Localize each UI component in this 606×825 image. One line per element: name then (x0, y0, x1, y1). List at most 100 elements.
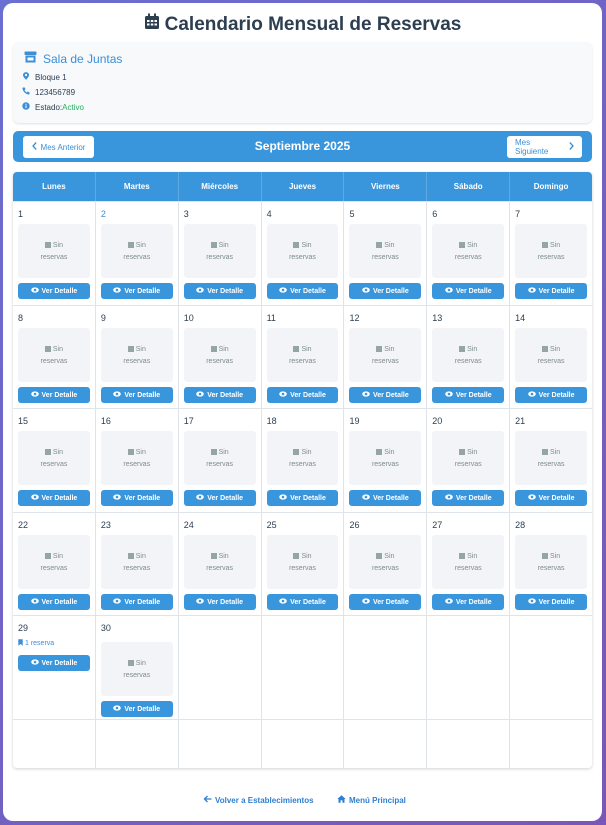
calendar-day: 23 Sin reservas Ver Detalle (96, 513, 179, 615)
view-detail-button[interactable]: Ver Detalle (266, 594, 339, 610)
view-detail-button[interactable]: Ver Detalle (432, 490, 505, 506)
view-detail-button[interactable]: Ver Detalle (432, 387, 505, 403)
view-detail-button[interactable]: Ver Detalle (515, 594, 588, 610)
day-number: 5 (349, 209, 355, 219)
empty-day-cell (427, 616, 511, 719)
no-reservations-box: Sin reservas (266, 224, 339, 278)
eye-icon (527, 494, 536, 502)
no-reservations-label: reservas (123, 461, 151, 468)
no-reservations-label: reservas (123, 254, 151, 261)
page-title: Calendario Mensual de Reservas (3, 13, 602, 36)
eye-icon (196, 287, 205, 295)
view-detail-button[interactable]: Ver Detalle (183, 490, 256, 506)
calendar-day: 13 Sin reservas Ver Detalle (427, 306, 511, 408)
empty-day-cell (179, 720, 262, 768)
view-detail-button[interactable]: Ver Detalle (100, 490, 173, 506)
view-detail-button[interactable]: Ver Detalle (515, 387, 588, 403)
no-reservations-box: Sin reservas (18, 431, 90, 485)
view-detail-button[interactable]: Ver Detalle (18, 594, 90, 610)
calendar-day: 10 Sin reservas Ver Detalle (179, 306, 262, 408)
view-detail-button[interactable]: Ver Detalle (18, 387, 90, 403)
no-reservations-box: Sin reservas (18, 328, 90, 382)
view-detail-label: Ver Detalle (124, 287, 161, 295)
no-reservations-label: Sin (467, 553, 478, 560)
view-detail-button[interactable]: Ver Detalle (18, 490, 90, 506)
view-detail-button[interactable]: Ver Detalle (266, 283, 339, 299)
view-detail-button[interactable]: Ver Detalle (349, 594, 422, 610)
view-detail-button[interactable]: Ver Detalle (100, 701, 173, 717)
view-detail-button[interactable]: Ver Detalle (515, 283, 588, 299)
view-detail-button[interactable]: Ver Detalle (349, 283, 422, 299)
no-reservations-label: reservas (454, 565, 482, 572)
no-reservations-box: Sin reservas (266, 328, 339, 382)
back-to-establishments-link[interactable]: Volver a Establecimientos (203, 795, 314, 805)
reservation-count[interactable]: 1 reserva (18, 639, 54, 648)
calendar-day: 24 Sin reservas Ver Detalle (179, 513, 262, 615)
calendar-week: 29 1 reserva Ver Detalle 30 Sin reservas Ver D… (13, 615, 592, 719)
view-detail-button[interactable]: Ver Detalle (349, 490, 422, 506)
view-detail-button[interactable]: Ver Detalle (183, 387, 256, 403)
no-reservations-box: Sin reservas (349, 328, 422, 382)
view-detail-label: Ver Detalle (455, 287, 492, 295)
calendar-week: 1 Sin reservas Ver Detalle 2 Sin reservas Ver D… (13, 201, 592, 305)
calendar-empty-icon (459, 242, 466, 248)
view-detail-button[interactable]: Ver Detalle (266, 490, 339, 506)
view-detail-button[interactable]: Ver Detalle (18, 283, 90, 299)
no-reservations-label: Sin (384, 449, 395, 456)
view-detail-button[interactable]: Ver Detalle (515, 490, 588, 506)
view-detail-button[interactable]: Ver Detalle (183, 594, 256, 610)
view-detail-button[interactable]: Ver Detalle (100, 283, 173, 299)
view-detail-button[interactable]: Ver Detalle (183, 283, 256, 299)
weekday-header-cell: Viernes (344, 172, 428, 201)
eye-icon (113, 391, 122, 399)
day-number: 13 (432, 313, 443, 323)
no-reservations-label: Sin (135, 242, 146, 249)
day-number: 6 (432, 209, 438, 219)
no-reservations-box: Sin reservas (432, 535, 505, 589)
calendar-day: 30 Sin reservas Ver Detalle (96, 616, 179, 719)
calendar-empty-icon (376, 449, 383, 455)
no-reservations-box: Sin reservas (100, 535, 173, 589)
calendar-empty-icon (542, 553, 549, 559)
no-reservations-label: Sin (218, 449, 229, 456)
view-detail-button[interactable]: Ver Detalle (100, 594, 173, 610)
no-reservations-label: reservas (371, 254, 399, 261)
prev-month-button[interactable]: Mes Anterior (23, 136, 94, 158)
calendar-day: 29 1 reserva Ver Detalle (13, 616, 96, 719)
view-detail-button[interactable]: Ver Detalle (100, 387, 173, 403)
view-detail-label: Ver Detalle (538, 494, 575, 502)
no-reservations-box: Sin reservas (18, 224, 90, 278)
no-reservations-box: Sin reservas (100, 224, 173, 278)
empty-day-cell (179, 616, 262, 719)
calendar-empty-icon (542, 346, 549, 352)
no-reservations-label: reservas (206, 461, 234, 468)
venue-status-row: Estado:Activo (22, 102, 84, 112)
view-detail-button[interactable]: Ver Detalle (432, 283, 505, 299)
empty-day-cell (96, 720, 179, 768)
no-reservations-label: Sin (384, 242, 395, 249)
view-detail-label: Ver Detalle (124, 598, 161, 606)
next-month-button[interactable]: Mes Siguiente (507, 136, 582, 158)
day-number: 30 (100, 623, 111, 633)
day-number: 9 (100, 313, 106, 323)
calendar-empty-icon (542, 449, 549, 455)
view-detail-button[interactable]: Ver Detalle (266, 387, 339, 403)
calendar-day: 5 Sin reservas Ver Detalle (344, 202, 428, 305)
view-detail-button[interactable]: Ver Detalle (18, 655, 90, 671)
weekday-header-cell: Sábado (427, 172, 511, 201)
calendar-empty-icon (127, 553, 134, 559)
view-detail-button[interactable]: Ver Detalle (432, 594, 505, 610)
main-menu-link[interactable]: Menú Principal (337, 795, 406, 805)
eye-icon (445, 391, 453, 399)
calendar-day: 17 Sin reservas Ver Detalle (179, 409, 262, 512)
day-number: 14 (515, 313, 526, 323)
empty-day-cell (13, 720, 96, 768)
view-detail-label: Ver Detalle (41, 659, 78, 667)
no-reservations-label: Sin (135, 660, 146, 667)
view-detail-button[interactable]: Ver Detalle (349, 387, 422, 403)
venue-address-row: Bloque 1 (22, 72, 67, 82)
calendar-day: 25 Sin reservas Ver Detalle (262, 513, 345, 615)
weekday-header: Lunes Martes Miércoles Jueves Viernes Sá… (13, 172, 592, 201)
calendar-day: 4 Sin reservas Ver Detalle (262, 202, 345, 305)
day-number: 20 (432, 416, 443, 426)
